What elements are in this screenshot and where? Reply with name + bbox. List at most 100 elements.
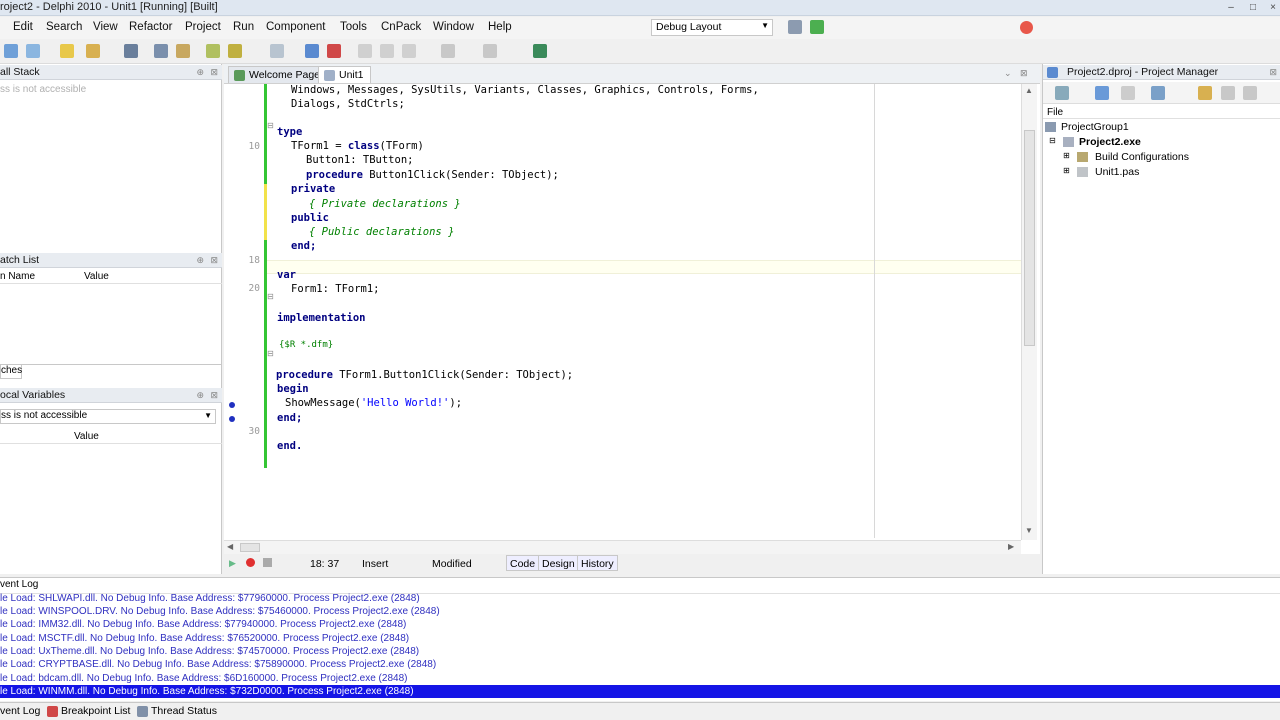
expand-tree-icon[interactable]: ⊟	[1049, 136, 1056, 145]
minimize-button[interactable]: –	[1220, 2, 1242, 14]
close-icon[interactable]: ⊠	[210, 253, 218, 268]
open-icon[interactable]	[60, 44, 74, 58]
local-variables-select[interactable]: ss is not accessible ▼	[0, 409, 216, 424]
new-icon[interactable]	[4, 44, 18, 58]
add-file-icon[interactable]	[176, 44, 190, 58]
vertical-scrollbar[interactable]: ▲ ▼	[1021, 84, 1037, 540]
save-desktop-icon[interactable]	[788, 20, 802, 34]
menu-component[interactable]: Component	[266, 21, 325, 33]
component-icon[interactable]	[533, 44, 547, 58]
fold-icon[interactable]: ⊟	[267, 292, 274, 301]
watches-tab[interactable]: ches	[0, 365, 22, 379]
pause-icon[interactable]	[305, 44, 319, 58]
new-items-icon[interactable]	[26, 44, 40, 58]
run-icon[interactable]	[270, 44, 284, 58]
scroll-left-icon[interactable]: ◀	[227, 542, 233, 551]
save-icon[interactable]	[124, 44, 138, 58]
close-icon[interactable]: ⊠	[210, 65, 218, 80]
add-new-icon[interactable]	[1095, 86, 1109, 100]
menu-cnpack[interactable]: CnPack	[381, 21, 421, 33]
trace-into-icon[interactable]	[358, 44, 372, 58]
log-line[interactable]: le Load: UxTheme.dll. No Debug Info. Bas…	[0, 645, 1280, 658]
tab-event-log[interactable]: vent Log	[0, 705, 40, 720]
menu-help[interactable]: Help	[488, 21, 512, 33]
tab-list-icon[interactable]: ⌄	[1004, 68, 1012, 79]
menu-view[interactable]: View	[93, 21, 118, 33]
tab-welcome-page[interactable]: Welcome Page	[228, 66, 328, 83]
step-over-icon[interactable]	[380, 44, 394, 58]
expand-icon[interactable]	[1221, 86, 1235, 100]
horizontal-scrollbar[interactable]: ◀ ▶	[224, 540, 1021, 554]
open-project-icon[interactable]	[86, 44, 100, 58]
close-tab-icon[interactable]: ⊠	[1020, 68, 1028, 79]
menu-window[interactable]: Window	[433, 21, 474, 33]
view-icon[interactable]	[1151, 86, 1165, 100]
tree-item-project-group[interactable]: ProjectGroup1	[1045, 121, 1129, 133]
log-line[interactable]: le Load: MSCTF.dll. No Debug Info. Base …	[0, 632, 1280, 645]
breakpoint-dot-icon[interactable]	[229, 402, 235, 408]
watch-column-name[interactable]: n Name	[0, 271, 35, 282]
menu-refactor[interactable]: Refactor	[129, 21, 172, 33]
log-line[interactable]: le Load: CRYPTBASE.dll. No Debug Info. B…	[0, 658, 1280, 671]
save-all-icon[interactable]	[154, 44, 168, 58]
scroll-thumb[interactable]	[1024, 130, 1035, 346]
tab-code[interactable]: Code	[506, 555, 540, 571]
log-line[interactable]: le Load: IMM32.dll. No Debug Info. Base …	[0, 618, 1280, 631]
close-icon[interactable]: ⊠	[210, 388, 218, 403]
remove-from-project-icon[interactable]	[228, 44, 242, 58]
scroll-thumb[interactable]	[240, 543, 260, 552]
local-variables-title: ocal Variables	[0, 389, 66, 401]
layout-select[interactable]: Debug Layout ▼	[651, 19, 773, 36]
maximize-button[interactable]: □	[1242, 2, 1264, 14]
call-stack-header: all Stack ⊕ ⊠	[0, 65, 222, 80]
back-icon[interactable]	[441, 44, 455, 58]
tree-item-unit1[interactable]: ⊞ Unit1.pas	[1063, 166, 1139, 178]
stop-record-icon[interactable]	[263, 558, 272, 567]
menu-edit[interactable]: Edit	[13, 21, 33, 33]
sync-icon[interactable]	[1198, 86, 1212, 100]
cnpack-icon[interactable]	[1020, 21, 1033, 34]
tab-thread-status[interactable]: Thread Status	[137, 705, 217, 720]
pin-icon[interactable]: ⊕	[196, 253, 204, 268]
tree-item-build-configurations[interactable]: ⊞ Build Configurations	[1063, 151, 1189, 163]
stop-icon[interactable]	[327, 44, 341, 58]
log-line[interactable]: le Load: bdcam.dll. No Debug Info. Base …	[0, 672, 1280, 685]
set-debug-desktop-icon[interactable]	[810, 20, 824, 34]
play-icon[interactable]: ▶	[229, 558, 236, 569]
menu-tools[interactable]: Tools	[340, 21, 367, 33]
tab-unit1[interactable]: Unit1	[318, 66, 371, 83]
scroll-down-icon[interactable]: ▼	[1025, 526, 1033, 535]
tab-breakpoint-list[interactable]: Breakpoint List	[47, 705, 130, 720]
file-column[interactable]: File	[1047, 107, 1063, 118]
local-column-value[interactable]: Value	[74, 431, 99, 442]
collapse-icon[interactable]	[1243, 86, 1257, 100]
log-line[interactable]: le Load: WINSPOOL.DRV. No Debug Info. Ba…	[0, 605, 1280, 618]
close-icon[interactable]: ⊠	[1269, 65, 1277, 80]
menu-run[interactable]: Run	[233, 21, 254, 33]
menu-project[interactable]: Project	[185, 21, 221, 33]
close-button[interactable]: ×	[1262, 2, 1280, 14]
watch-column-value[interactable]: Value	[84, 271, 109, 282]
record-icon[interactable]	[246, 558, 255, 567]
scroll-right-icon[interactable]: ▶	[1008, 542, 1014, 551]
tab-history[interactable]: History	[577, 555, 618, 571]
fold-icon[interactable]: ⊟	[267, 121, 274, 130]
expand-tree-icon[interactable]: ⊞	[1063, 166, 1070, 175]
breakpoint-list-icon	[47, 706, 58, 717]
tree-item-project[interactable]: ⊟ Project2.exe	[1049, 136, 1141, 148]
log-line[interactable]: le Load: SHLWAPI.dll. No Debug Info. Bas…	[0, 592, 1280, 605]
scroll-up-icon[interactable]: ▲	[1025, 86, 1033, 95]
forward-icon[interactable]	[483, 44, 497, 58]
expand-tree-icon[interactable]: ⊞	[1063, 151, 1070, 160]
add-to-project-icon[interactable]	[206, 44, 220, 58]
activate-icon[interactable]	[1055, 86, 1069, 100]
breakpoint-dot-icon[interactable]	[229, 416, 235, 422]
log-line-selected[interactable]: le Load: WINMM.dll. No Debug Info. Base …	[0, 685, 1280, 698]
pin-icon[interactable]: ⊕	[196, 388, 204, 403]
remove-icon[interactable]	[1121, 86, 1135, 100]
tab-design[interactable]: Design	[538, 555, 579, 571]
pin-icon[interactable]: ⊕	[196, 65, 204, 80]
menu-search[interactable]: Search	[46, 21, 82, 33]
run-to-cursor-icon[interactable]	[402, 44, 416, 58]
fold-icon[interactable]: ⊟	[267, 349, 274, 358]
